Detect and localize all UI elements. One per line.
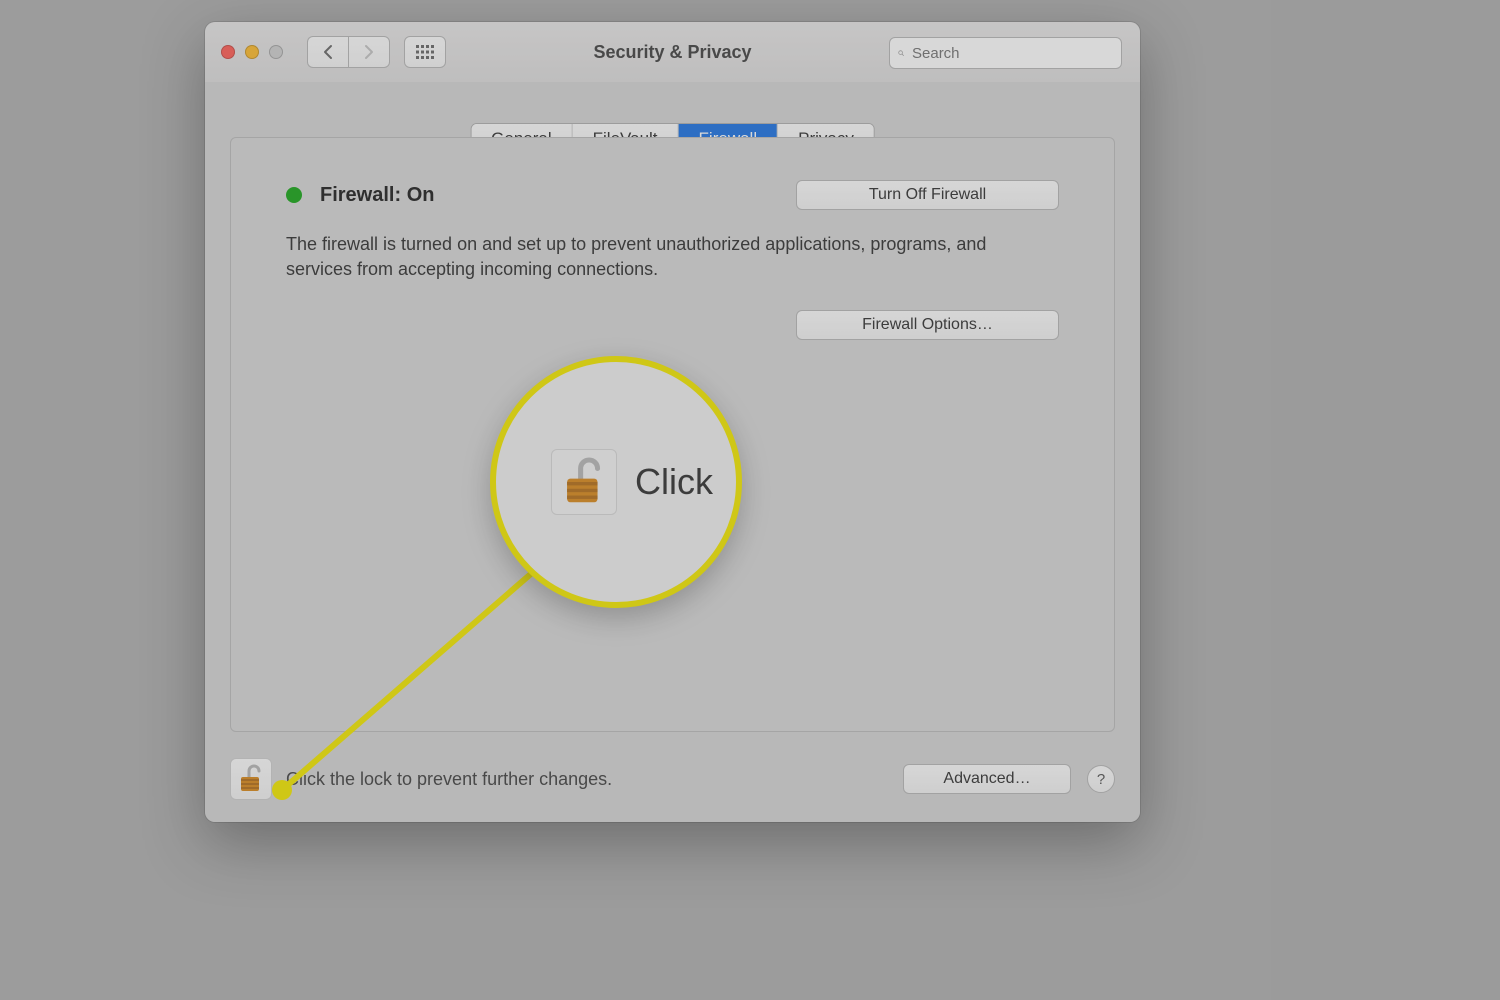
callout-text: Click [635, 461, 713, 503]
lock-button[interactable] [230, 758, 272, 800]
advanced-button[interactable]: Advanced… [903, 764, 1071, 794]
grid-icon [416, 45, 434, 59]
callout-lock-button [551, 449, 617, 515]
window-controls [221, 45, 283, 59]
search-icon [898, 46, 904, 60]
lock-hint-label: Click the lock to prevent further change… [286, 769, 612, 790]
nav-buttons [307, 36, 390, 68]
firewall-description: The firewall is turned on and set up to … [286, 232, 1046, 282]
callout-magnifier: Click [490, 356, 742, 608]
bottom-bar: Click the lock to prevent further change… [230, 754, 1115, 804]
chevron-right-icon [363, 44, 375, 60]
firewall-options-button[interactable]: Firewall Options… [796, 310, 1059, 340]
turn-off-firewall-button[interactable]: Turn Off Firewall [796, 180, 1059, 210]
titlebar: Security & Privacy [205, 22, 1140, 82]
status-indicator-icon [286, 187, 302, 203]
help-button[interactable]: ? [1087, 765, 1115, 793]
unlocked-lock-icon [238, 764, 264, 794]
forward-button[interactable] [348, 36, 390, 68]
chevron-left-icon [322, 44, 334, 60]
firewall-status-label: Firewall: On [320, 184, 434, 207]
search-field[interactable] [889, 37, 1122, 69]
zoom-window-icon[interactable] [269, 45, 283, 59]
back-button[interactable] [307, 36, 348, 68]
show-all-button[interactable] [404, 36, 446, 68]
close-window-icon[interactable] [221, 45, 235, 59]
minimize-window-icon[interactable] [245, 45, 259, 59]
status-row: Firewall: On Turn Off Firewall [286, 180, 1059, 210]
search-input[interactable] [910, 44, 1113, 63]
unlocked-lock-icon [562, 456, 606, 508]
